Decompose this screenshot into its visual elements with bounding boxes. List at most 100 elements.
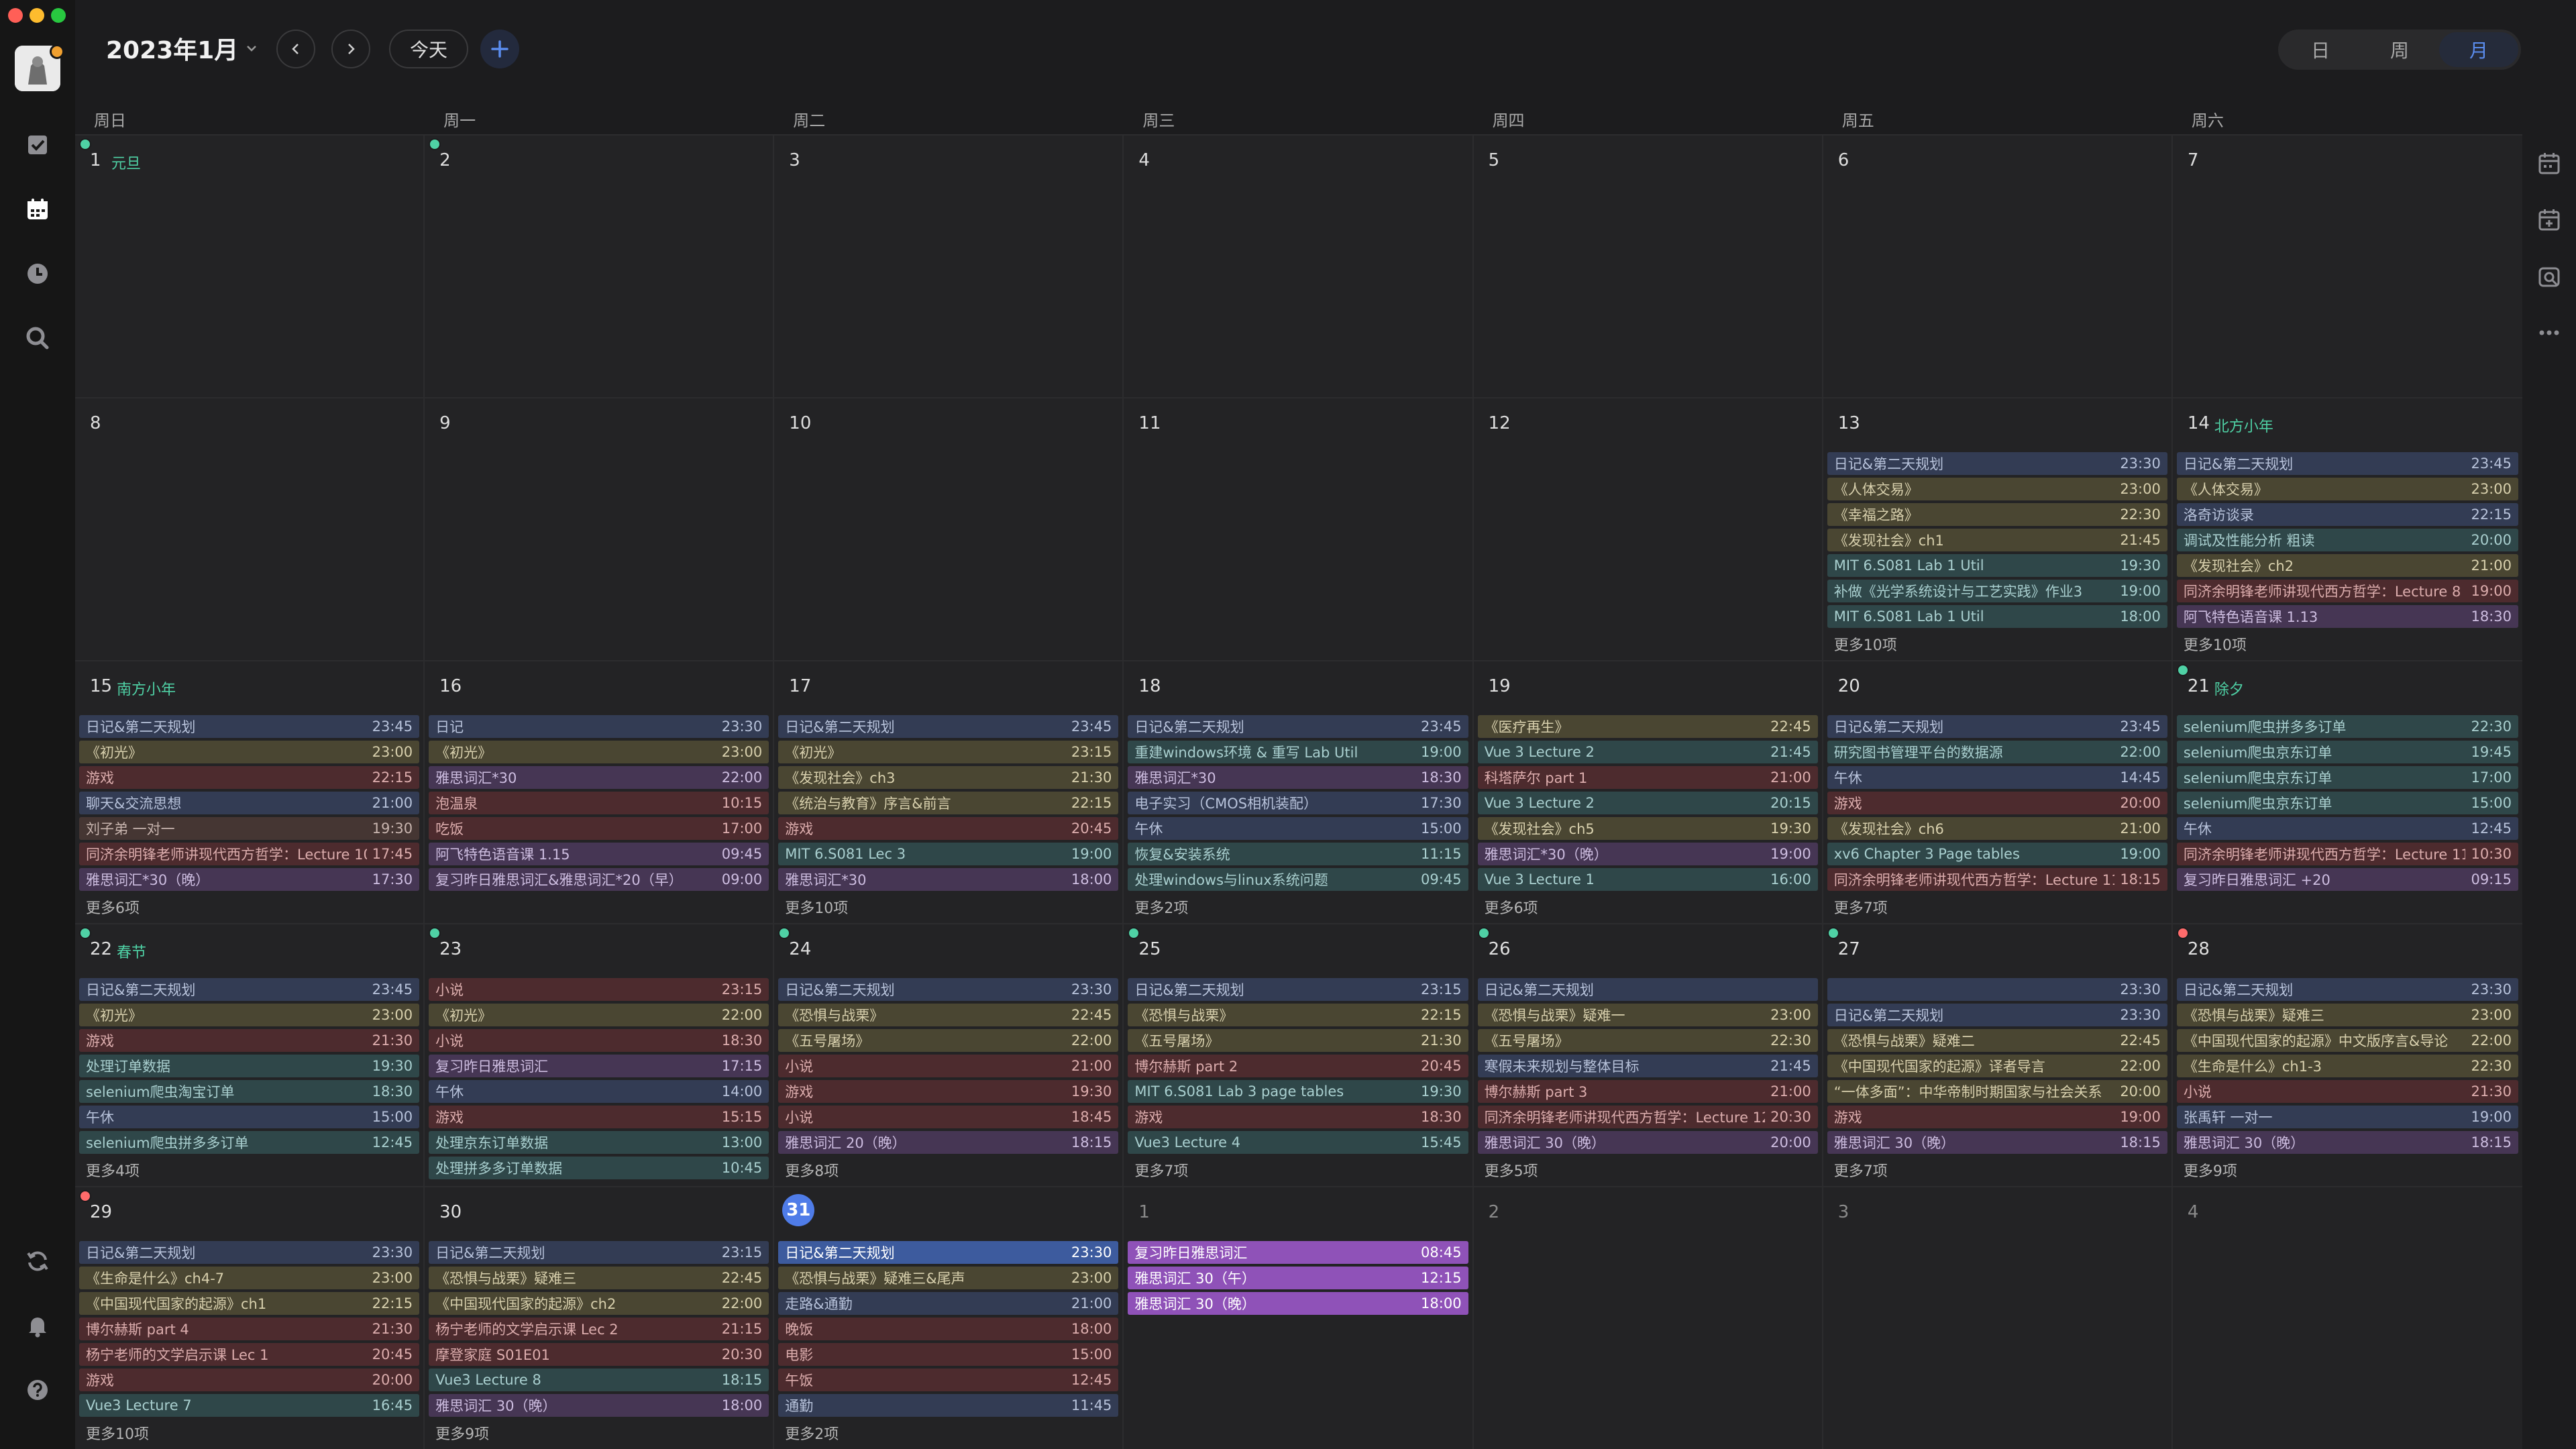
day-cell[interactable]: 16 日记 23:30 《初光》 23:00 雅思词汇*30 22:00 泡温泉 10:15 吃饭… — [425, 660, 775, 923]
event-item[interactable]: 泡温泉 10:15 — [429, 792, 769, 814]
day-cell[interactable]: 13 日记&第二天规划 23:30 《人体交易》 23:00 《幸福之路》 22:30 《发现… — [1823, 397, 2173, 660]
event-item[interactable]: 日记&第二天规划 23:45 — [1128, 715, 1468, 738]
day-cell[interactable]: 18 日记&第二天规划 23:45 重建windows环境 & 重写 Lab Util… — [1124, 660, 1474, 923]
event-item[interactable]: 洛奇访谈录 22:15 — [2176, 503, 2518, 526]
event-item[interactable]: 游戏 20:45 — [778, 817, 1119, 840]
event-item[interactable]: 调试及性能分析 粗读 20:00 — [2176, 529, 2518, 551]
event-item[interactable]: 《发现社会》ch1 21:45 — [1827, 529, 2167, 551]
event-item[interactable]: 杨宁老师的文学启示课 Lec 1 20:45 — [79, 1343, 420, 1366]
sidebar-item-help[interactable] — [19, 1371, 56, 1409]
event-item[interactable]: 《五号屠场》 22:30 — [1477, 1029, 1818, 1052]
event-item[interactable]: 雅思词汇 30（晚） 18:15 — [1827, 1131, 2167, 1154]
event-item[interactable]: 复习昨日雅思词汇 +20 09:15 — [2176, 868, 2518, 891]
event-item[interactable]: 日记&第二天规划 23:30 — [1827, 1004, 2167, 1026]
event-item[interactable]: 《生命是什么》ch4-7 23:00 — [79, 1267, 420, 1289]
sidebar-item-pomodoro[interactable] — [19, 255, 56, 292]
event-item[interactable]: 博尔赫斯 part 4 21:30 — [79, 1318, 420, 1340]
subscribe-calendar-icon[interactable] — [2533, 204, 2565, 236]
event-item[interactable]: 《中国现代国家的起源》ch2 22:00 — [429, 1292, 769, 1315]
event-item[interactable]: Vue 3 Lecture 1 16:00 — [1477, 868, 1818, 891]
day-cell[interactable]: 1 元旦 — [75, 134, 425, 397]
day-cell[interactable]: 2 — [1473, 1186, 1823, 1449]
event-item[interactable]: 《恐惧与战栗》疑难一 23:00 — [1477, 1004, 1818, 1026]
day-cell[interactable]: 2 — [425, 134, 775, 397]
event-item[interactable]: 《发现社会》ch5 19:30 — [1477, 817, 1818, 840]
day-cell[interactable]: 26 日记&第二天规划 《恐惧与战栗》疑难一 23:00 《五号屠场》 22:30 寒假未来… — [1473, 923, 1823, 1186]
event-item[interactable]: 雅思词汇*30 18:30 — [1128, 766, 1468, 789]
event-item[interactable]: 《幸福之路》 22:30 — [1827, 503, 2167, 526]
event-item[interactable]: MIT 6.S081 Lab 1 Util 19:30 — [1827, 554, 2167, 577]
view-month-button[interactable]: 月 — [2439, 32, 2518, 67]
event-item[interactable]: 重建windows环境 & 重写 Lab Util 19:00 — [1128, 741, 1468, 763]
event-item[interactable]: Vue3 Lecture 4 15:45 — [1128, 1131, 1468, 1154]
event-item[interactable]: MIT 6.S081 Lab 1 Util 18:00 — [1827, 605, 2167, 628]
event-item[interactable]: 处理京东订单数据 13:00 — [429, 1131, 769, 1154]
day-cell[interactable]: 15 南方小年 日记&第二天规划 23:45 《初光》 23:00 游戏 22:15 聊天&交流… — [75, 660, 425, 923]
event-item[interactable]: 《医疗再生》 22:45 — [1477, 715, 1818, 738]
event-item[interactable]: 同济余明锋老师讲现代西方哲学：Lecture 12 20:30 — [1477, 1106, 1818, 1128]
event-item[interactable]: 《恐惧与战栗》疑难二 22:45 — [1827, 1029, 2167, 1052]
add-event-button[interactable] — [480, 30, 519, 68]
day-cell[interactable]: 21 除夕 selenium爬虫拼多多订单 22:30 selenium爬虫京东订单 19… — [2172, 660, 2522, 923]
event-item[interactable]: Vue 3 Lecture 2 20:15 — [1477, 792, 1818, 814]
day-cell[interactable]: 29 日记&第二天规划 23:30 《生命是什么》ch4-7 23:00 《中国现代国家的… — [75, 1186, 425, 1449]
month-title[interactable]: 2023年1月 — [106, 31, 258, 66]
event-item[interactable]: 小说 23:15 — [429, 978, 769, 1001]
event-item[interactable]: 游戏 21:30 — [79, 1029, 420, 1052]
event-item[interactable]: 阿飞特色语音课 1.13 18:30 — [2176, 605, 2518, 628]
more-events-link[interactable]: 更多10项 — [2184, 633, 2247, 655]
event-item[interactable]: 日记&第二天规划 — [1477, 978, 1818, 1001]
day-cell[interactable]: 7 — [2172, 134, 2522, 397]
event-item[interactable]: 小说 18:30 — [429, 1029, 769, 1052]
window-zoom-button[interactable] — [51, 8, 66, 23]
more-icon[interactable] — [2533, 317, 2565, 349]
day-cell[interactable]: 5 — [1473, 134, 1823, 397]
window-close-button[interactable] — [8, 8, 23, 23]
day-cell[interactable]: 11 — [1124, 397, 1474, 660]
event-item[interactable]: 科塔萨尔 part 1 21:00 — [1477, 766, 1818, 789]
event-item[interactable]: 处理windows与linux系统问题 09:45 — [1128, 868, 1468, 891]
event-item[interactable]: MIT 6.S081 Lab 3 page tables 19:30 — [1128, 1080, 1468, 1103]
search-calendar-icon[interactable] — [2533, 260, 2565, 292]
sidebar-item-notifications[interactable] — [19, 1307, 56, 1344]
event-item[interactable]: 游戏 22:15 — [79, 766, 420, 789]
view-day-button[interactable]: 日 — [2281, 32, 2360, 67]
event-item[interactable]: 《恐惧与战栗》疑难三 22:45 — [429, 1267, 769, 1289]
window-minimize-button[interactable] — [30, 8, 44, 23]
event-item[interactable]: 日记&第二天规划 23:45 — [1827, 715, 2167, 738]
day-cell[interactable]: 1 复习昨日雅思词汇 08:45 雅思词汇 30（午） 12:15 雅思词汇 30（晚） 1… — [1124, 1186, 1474, 1449]
event-item[interactable]: 游戏 18:30 — [1128, 1106, 1468, 1128]
more-events-link[interactable]: 更多9项 — [2184, 1159, 2237, 1181]
event-item[interactable]: 日记 23:30 — [429, 715, 769, 738]
day-cell[interactable]: 6 — [1823, 134, 2173, 397]
event-item[interactable]: 日记&第二天规划 23:30 — [778, 1241, 1119, 1264]
event-item[interactable]: 恢复&安装系统 11:15 — [1128, 843, 1468, 865]
more-events-link[interactable]: 更多7项 — [1834, 896, 1888, 918]
event-item[interactable]: Vue3 Lecture 7 16:45 — [79, 1394, 420, 1417]
sidebar-item-search[interactable] — [19, 319, 56, 357]
event-item[interactable]: 处理拼多多订单数据 10:45 — [429, 1157, 769, 1179]
more-events-link[interactable]: 更多9项 — [435, 1422, 489, 1444]
day-cell[interactable]: 12 — [1473, 397, 1823, 660]
event-item[interactable]: 吃饭 17:00 — [429, 817, 769, 840]
event-item[interactable]: 午休 12:45 — [2176, 817, 2518, 840]
event-item[interactable]: 张禹轩 一对一 19:00 — [2176, 1106, 2518, 1128]
event-item[interactable]: 同济余明锋老师讲现代西方哲学：Lecture 11 10:30 — [2176, 843, 2518, 865]
event-item[interactable]: 《恐惧与战栗》 22:15 — [1128, 1004, 1468, 1026]
event-item[interactable]: 日记&第二天规划 23:30 — [778, 978, 1119, 1001]
day-cell[interactable]: 3 — [774, 134, 1124, 397]
event-item[interactable]: 日记&第二天规划 23:45 — [79, 715, 420, 738]
more-events-link[interactable]: 更多5项 — [1485, 1159, 1538, 1181]
event-item[interactable]: 复习昨日雅思词汇 17:15 — [429, 1055, 769, 1077]
day-cell[interactable]: 14 北方小年 日记&第二天规划 23:45 《人体交易》 23:00 洛奇访谈录 22:15… — [2172, 397, 2522, 660]
day-cell[interactable]: 27 23:30 日记&第二天规划 23:30 《恐惧与战栗》疑难二 22:45 《中国现代… — [1823, 923, 2173, 1186]
event-item[interactable]: 同济余明锋老师讲现代西方哲学：Lecture 11 18:15 — [1827, 868, 2167, 891]
more-events-link[interactable]: 更多10项 — [1834, 633, 1897, 655]
calendar-view-icon[interactable] — [2533, 148, 2565, 180]
event-item[interactable]: 小说 21:00 — [778, 1055, 1119, 1077]
day-cell[interactable]: 20 日记&第二天规划 23:45 研究图书管理平台的数据源 22:00 午休 14:45 游… — [1823, 660, 2173, 923]
event-item[interactable]: 通勤 11:45 — [778, 1394, 1119, 1417]
event-item[interactable]: 雅思词汇*30 22:00 — [429, 766, 769, 789]
event-item[interactable]: 《恐惧与战栗》 22:45 — [778, 1004, 1119, 1026]
more-events-link[interactable]: 更多8项 — [785, 1159, 839, 1181]
